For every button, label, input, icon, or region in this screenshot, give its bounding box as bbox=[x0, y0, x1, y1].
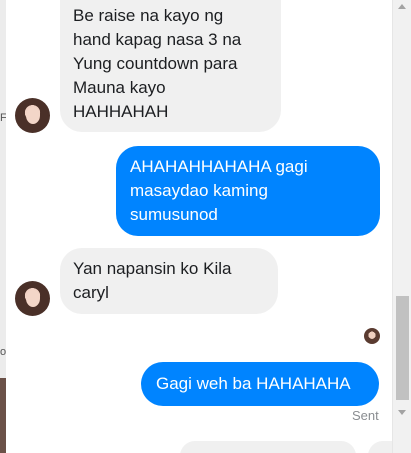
message-line: Yung countdown para bbox=[73, 54, 238, 73]
message-line: hand kapag nasa 3 na bbox=[73, 30, 242, 49]
message-line: Be raise na kayo ng bbox=[73, 6, 224, 25]
message-bubble-incoming[interactable]: Yan napansin ko Kila caryl bbox=[60, 248, 278, 314]
message-line: AHAHAHHAHAHA gagi bbox=[130, 157, 308, 176]
message-line: HAHHAHAH bbox=[73, 102, 169, 121]
message-line: Mauna kayo bbox=[73, 78, 166, 97]
message-line: sumusunod bbox=[130, 205, 218, 224]
scrollbar[interactable] bbox=[392, 0, 411, 453]
message-bubble-outgoing[interactable]: Gagi weh ba HAHAHAHA bbox=[141, 362, 379, 406]
partial-message-bubble[interactable] bbox=[180, 441, 356, 453]
message-line: Yan napansin ko Kila bbox=[73, 259, 232, 278]
message-line: masaydao kaming bbox=[130, 181, 268, 200]
scrollbar-thumb[interactable] bbox=[396, 296, 409, 400]
scroll-up-arrow-icon[interactable] bbox=[398, 4, 406, 9]
contact-avatar-icon[interactable] bbox=[15, 98, 50, 133]
contact-avatar-icon[interactable] bbox=[15, 281, 50, 316]
partial-message-bubble[interactable] bbox=[368, 441, 392, 453]
scroll-down-arrow-icon[interactable] bbox=[398, 410, 406, 415]
message-thread: Be raise na kayo ng hand kapag nasa 3 na… bbox=[6, 0, 392, 453]
message-line: caryl bbox=[73, 283, 109, 302]
message-line: Gagi weh ba HAHAHAHA bbox=[156, 374, 351, 393]
message-bubble-outgoing[interactable]: AHAHAHHAHAHA gagi masaydao kaming sumusu… bbox=[116, 146, 380, 236]
message-bubble-incoming[interactable]: Be raise na kayo ng hand kapag nasa 3 na… bbox=[60, 0, 281, 132]
seen-avatar-icon bbox=[364, 328, 380, 344]
sent-status: Sent bbox=[352, 408, 379, 423]
